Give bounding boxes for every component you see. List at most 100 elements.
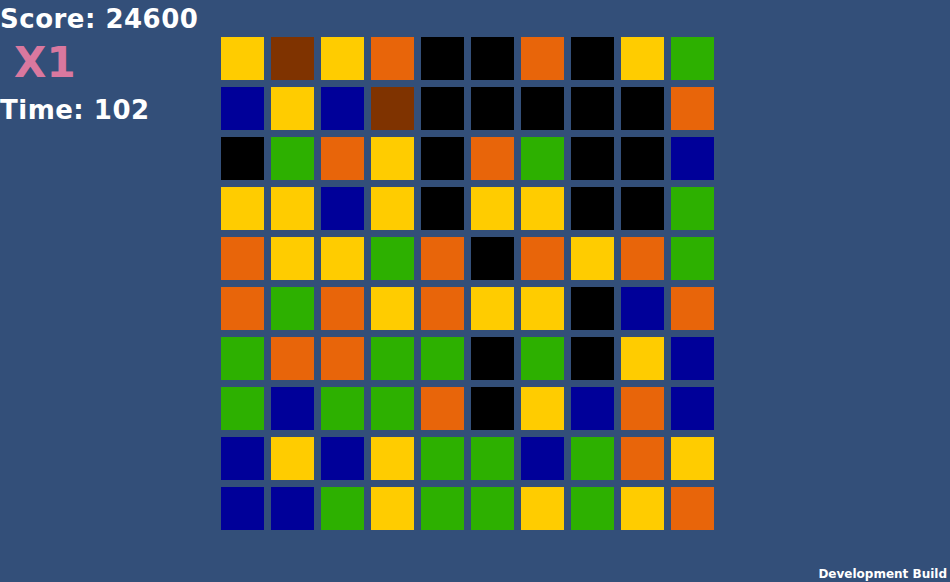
tile[interactable]	[421, 87, 464, 130]
tile[interactable]	[671, 187, 714, 230]
tile[interactable]	[571, 237, 614, 280]
tile[interactable]	[371, 337, 414, 380]
tile[interactable]	[321, 487, 364, 530]
tile[interactable]	[671, 437, 714, 480]
tile[interactable]	[321, 287, 364, 330]
tile[interactable]	[621, 137, 664, 180]
tile[interactable]	[621, 187, 664, 230]
tile[interactable]	[671, 337, 714, 380]
tile[interactable]	[271, 487, 314, 530]
tile[interactable]	[671, 37, 714, 80]
tile[interactable]	[221, 37, 264, 80]
tile[interactable]	[421, 337, 464, 380]
tile[interactable]	[571, 187, 614, 230]
tile[interactable]	[571, 387, 614, 430]
tile[interactable]	[221, 287, 264, 330]
tile[interactable]	[571, 437, 614, 480]
tile[interactable]	[271, 87, 314, 130]
tile[interactable]	[321, 187, 364, 230]
tile[interactable]	[221, 437, 264, 480]
tile[interactable]	[521, 287, 564, 330]
tile[interactable]	[221, 387, 264, 430]
tile[interactable]	[321, 337, 364, 380]
tile[interactable]	[471, 437, 514, 480]
tile[interactable]	[521, 387, 564, 430]
tile[interactable]	[271, 337, 314, 380]
tile[interactable]	[321, 237, 364, 280]
tile[interactable]	[221, 487, 264, 530]
tile[interactable]	[421, 387, 464, 430]
tile[interactable]	[471, 237, 514, 280]
tile[interactable]	[271, 37, 314, 80]
tile[interactable]	[371, 287, 414, 330]
tile[interactable]	[271, 237, 314, 280]
tile[interactable]	[371, 137, 414, 180]
tile[interactable]	[521, 487, 564, 530]
tile[interactable]	[471, 387, 514, 430]
tile[interactable]	[621, 287, 664, 330]
tile[interactable]	[621, 237, 664, 280]
tile[interactable]	[621, 87, 664, 130]
tile[interactable]	[671, 87, 714, 130]
tile[interactable]	[521, 87, 564, 130]
tile[interactable]	[471, 287, 514, 330]
tile[interactable]	[421, 37, 464, 80]
tile[interactable]	[671, 237, 714, 280]
tile[interactable]	[221, 337, 264, 380]
tile[interactable]	[571, 87, 614, 130]
tile[interactable]	[321, 437, 364, 480]
tile[interactable]	[371, 87, 414, 130]
tile[interactable]	[471, 137, 514, 180]
tile[interactable]	[421, 287, 464, 330]
tile[interactable]	[471, 337, 514, 380]
tile[interactable]	[471, 487, 514, 530]
tile[interactable]	[671, 287, 714, 330]
tile[interactable]	[421, 137, 464, 180]
tile[interactable]	[271, 437, 314, 480]
tile[interactable]	[321, 37, 364, 80]
tile[interactable]	[321, 387, 364, 430]
tile[interactable]	[671, 487, 714, 530]
tile[interactable]	[521, 237, 564, 280]
tile[interactable]	[621, 37, 664, 80]
tile[interactable]	[321, 87, 364, 130]
tile[interactable]	[371, 237, 414, 280]
tile[interactable]	[371, 487, 414, 530]
tile[interactable]	[521, 137, 564, 180]
tile[interactable]	[221, 87, 264, 130]
tile[interactable]	[221, 237, 264, 280]
tile[interactable]	[271, 187, 314, 230]
tile[interactable]	[521, 187, 564, 230]
tile[interactable]	[571, 337, 614, 380]
tile[interactable]	[671, 137, 714, 180]
tile[interactable]	[621, 437, 664, 480]
tile[interactable]	[521, 337, 564, 380]
tile[interactable]	[271, 137, 314, 180]
tile[interactable]	[471, 187, 514, 230]
tile[interactable]	[571, 37, 614, 80]
tile[interactable]	[521, 37, 564, 80]
tile[interactable]	[671, 387, 714, 430]
tile[interactable]	[471, 87, 514, 130]
tile[interactable]	[421, 487, 464, 530]
tile[interactable]	[471, 37, 514, 80]
tile[interactable]	[571, 287, 614, 330]
tile[interactable]	[421, 237, 464, 280]
tile[interactable]	[621, 487, 664, 530]
tile[interactable]	[571, 137, 614, 180]
tile[interactable]	[571, 487, 614, 530]
tile[interactable]	[271, 287, 314, 330]
tile[interactable]	[221, 187, 264, 230]
tile[interactable]	[421, 187, 464, 230]
tile[interactable]	[321, 137, 364, 180]
tile[interactable]	[371, 437, 414, 480]
tile[interactable]	[221, 137, 264, 180]
tile[interactable]	[271, 387, 314, 430]
tile[interactable]	[371, 37, 414, 80]
tile[interactable]	[621, 387, 664, 430]
tile[interactable]	[421, 437, 464, 480]
tile[interactable]	[371, 387, 414, 430]
tile[interactable]	[371, 187, 414, 230]
tile[interactable]	[621, 337, 664, 380]
tile[interactable]	[521, 437, 564, 480]
